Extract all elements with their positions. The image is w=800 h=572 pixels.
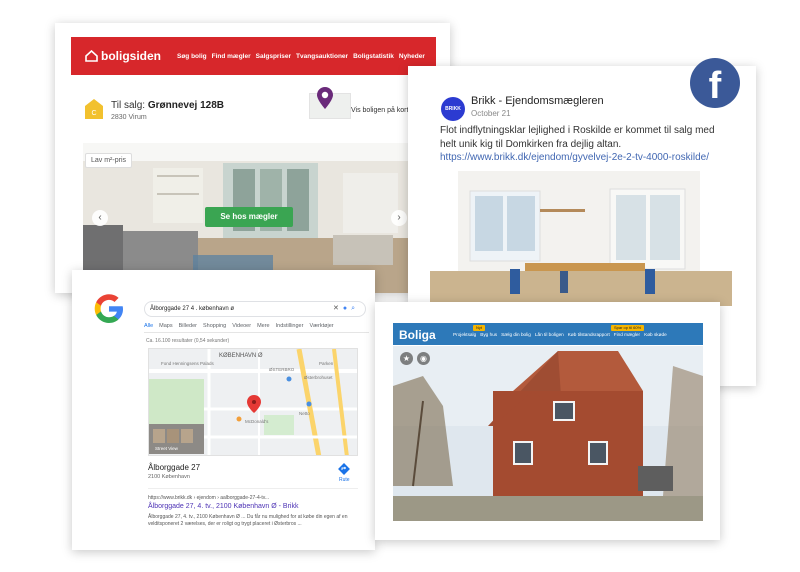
result-url[interactable]: https://www.brikk.dk › ejendom › aalborg… [148,495,269,501]
nav-soeg-bolig[interactable]: Søg bolig [177,53,207,60]
tab-maps[interactable]: Maps [159,323,172,329]
hide-eye-icon[interactable]: ◉ [417,352,430,365]
listing-city: 2830 Virum [111,114,147,121]
search-field-icons: ✕●⌕ [332,305,359,312]
boliga-nav-links: Projektsalg Byg hus Sælg din bolig Lån t… [453,332,667,337]
google-g-logo-icon [94,294,123,323]
boliga-screenshot: Boliga Nyt Spar op til 60% Projektsalg B… [375,302,720,540]
listing-title: Til salg: Grønnevej 128B [111,100,224,111]
listing-photo[interactable] [393,346,703,521]
route-label[interactable]: Rute [339,477,350,483]
nav-find-maegler[interactable]: Find mægler [614,332,640,337]
boligsiden-navbar: boligsiden Søg bolig Find mægler Salgspr… [71,37,436,75]
nav-boligstatistik[interactable]: Boligstatistik [353,53,394,60]
boligsiden-nav-links: Søg bolig Find mægler Salgspriser Tvangs… [177,53,425,60]
tab-indstillinger[interactable]: Indstillinger [276,323,304,329]
prev-photo-button[interactable]: ‹ [92,210,108,226]
tab-shopping[interactable]: Shopping [203,323,226,329]
map-label-kbh: KØBENHAVN Ø [219,353,263,359]
dining-room-image [430,171,732,306]
price-tag: Lav m²-pris [85,153,133,168]
post-link[interactable]: https://www.brikk.dk/ejendom/gyvelvej-2e… [440,152,709,163]
listing-address: Grønnevej 128B [147,100,225,111]
new-tag: Nyt [473,325,485,331]
nav-koeb-tilstandsrapport[interactable]: Køb tilstandsrapport [568,332,610,337]
search-query: Ålborggade 27 4 . københavn ø [150,306,235,312]
place-name: Ålborggade 27 [148,463,201,472]
facebook-logo-icon: f [690,58,740,108]
result-count: Ca. 16.100 resultater (0,54 sekunder) [146,338,230,344]
for-sale-label: Til salg: [111,100,146,111]
boligsiden-screenshot: boligsiden Søg bolig Find mægler Salgspr… [55,23,450,293]
tab-videoer[interactable]: Videoer [232,323,251,329]
brikk-avatar[interactable]: BRIKK [441,97,465,121]
boliga-logo[interactable]: Boliga [399,328,436,342]
map-preview[interactable]: KØBENHAVN Ø ØSTERBRO Fond Henningsens Pa… [148,348,358,456]
tab-billeder[interactable]: Billeder [179,323,197,329]
map-label-netto: Netto [299,411,310,416]
search-icon[interactable]: ⌕ [351,305,359,312]
energy-label-badge: C [85,99,103,119]
mic-icon[interactable]: ● [343,305,351,312]
next-photo-button[interactable]: › [391,210,407,226]
result-snippet: Ålborggade 27, 4. tv., 2100 København Ø … [148,514,348,527]
energy-label-letter: C [91,110,96,117]
boligsiden-logo[interactable]: boligsiden [85,49,161,63]
result-divider [148,488,358,489]
show-on-map-link[interactable]: Vis boligen på kort [351,107,408,114]
map-pin-icon [317,87,333,109]
nav-laan-til-boligen[interactable]: Lån til boligen [535,332,564,337]
map-label-poul-henningsen: Fond Henningsens Palads [161,361,214,366]
search-input[interactable]: Ålborggade 27 4 . københavn ø ✕●⌕ [144,301,366,317]
tabs-divider [144,332,369,333]
offer-tag: Spar op til 60% [611,325,645,331]
nav-nyheder[interactable]: Nyheder [399,53,425,60]
tab-vaerktoejer[interactable]: Værktøjer [309,323,333,329]
boliga-navbar: Boliga Nyt Spar op til 60% Projektsalg B… [393,323,703,345]
result-title-link[interactable]: Ålborggade 27, 4. tv., 2100 København Ø … [148,503,298,510]
nav-koeb-skoede[interactable]: Køb skøde [644,332,667,337]
nav-find-maegler[interactable]: Find mægler [212,53,251,60]
nav-projektsalg[interactable]: Projektsalg [453,332,476,337]
post-photo[interactable] [430,171,732,306]
directions-icon[interactable] [338,463,350,475]
nav-saelg-din-bolig[interactable]: Sælg din bolig [501,332,531,337]
brick-house-image [393,346,703,521]
nav-salgspriser[interactable]: Salgspriser [256,53,291,60]
map-label-osterbrohuset: Østerbrohuset [304,375,333,380]
nav-byg-hus[interactable]: Byg hus [480,332,497,337]
tab-mere[interactable]: Mere [257,323,270,329]
nav-tvangsauktioner[interactable]: Tvangsauktioner [296,53,348,60]
search-tabs: Alle Maps Billeder Shopping Videoer Mere… [144,323,334,329]
map-label-mcdonalds: McDonald's [245,419,269,424]
tab-alle[interactable]: Alle [144,323,153,329]
map-label-osterbro: ØSTERBRO [269,367,295,372]
map-label-parken: Parken [319,361,334,366]
favorite-star-icon[interactable]: ★ [400,352,413,365]
google-search-screenshot: Ålborggade 27 4 . københavn ø ✕●⌕ Alle M… [72,270,375,550]
post-text: Flot indflytningsklar lejlighed i Roskil… [440,125,715,150]
collage: boligsiden Søg bolig Find mægler Salgspr… [0,0,800,572]
boligsiden-logo-text: boligsiden [101,49,161,63]
post-date[interactable]: October 21 [471,109,511,118]
place-address: 2100 København [148,474,190,480]
street-view-label[interactable]: Street View [155,446,178,451]
page-name[interactable]: Brikk - Ejendomsmægleren [471,95,604,107]
see-at-agent-button[interactable]: Se hos mægler [205,207,293,227]
house-icon [85,50,98,62]
